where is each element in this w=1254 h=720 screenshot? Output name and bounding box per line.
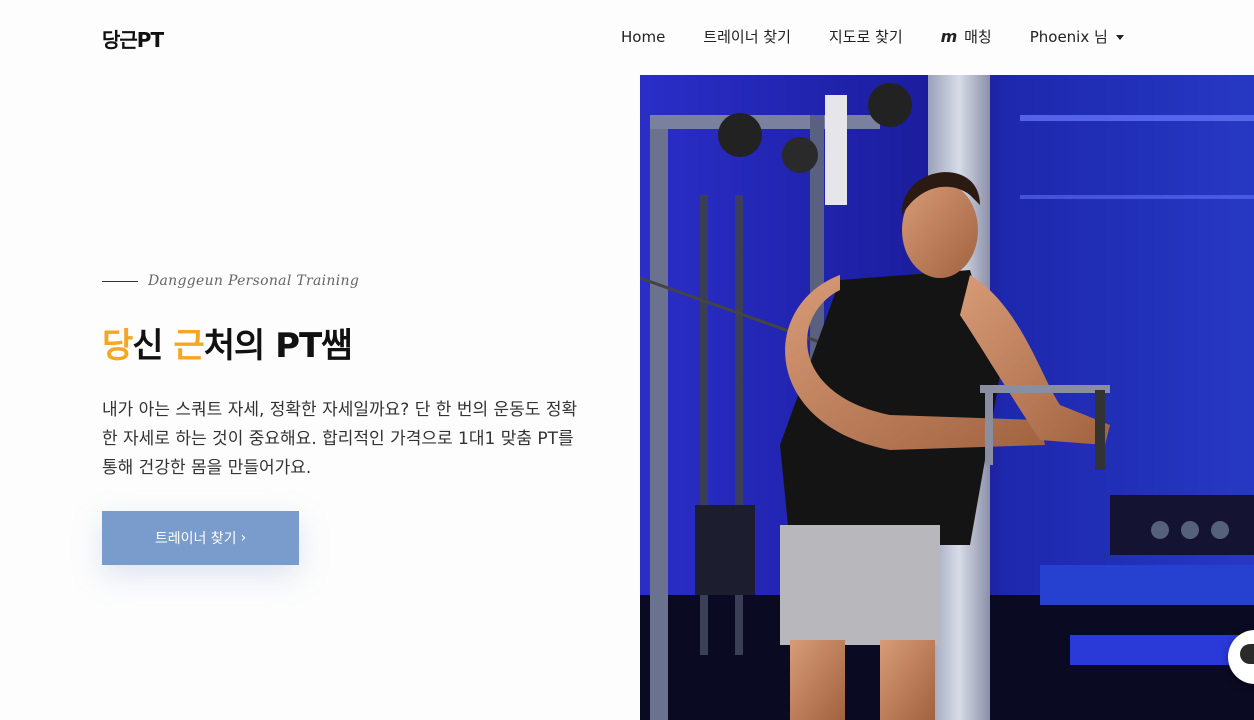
caret-down-icon [1115, 35, 1124, 40]
nav-matching-label: 매칭 [964, 28, 992, 46]
nav-find-trainer[interactable]: 트레이너 찾기 [703, 26, 791, 47]
hero-image [640, 75, 1254, 720]
headline-text-2: 처의 PT쌤 [203, 326, 353, 366]
nav-home[interactable]: Home [621, 28, 665, 46]
headline-text-1: 신 [132, 326, 174, 366]
headline-highlight-1: 당 [102, 326, 133, 366]
page-title: 당신 근처의 PT쌤 [102, 318, 353, 367]
hero-description: 내가 아는 스쿼트 자세, 정확한 자세일까요? 단 한 번의 운동도 정확한 … [102, 400, 578, 478]
gym-photo [640, 75, 1254, 720]
user-menu-label: Phoenix 님 [1029, 28, 1108, 46]
find-trainer-button-label: 트레이너 찾기 [154, 531, 237, 547]
eyebrow: Danggeun Personal Training [102, 273, 359, 289]
user-menu[interactable]: Phoenix 님 [1030, 26, 1124, 47]
headline-highlight-2: 근 [173, 326, 204, 366]
logo[interactable]: 당근PT [102, 24, 164, 53]
eyebrow-line [102, 280, 138, 282]
find-trainer-button[interactable]: 트레이너 찾기 › [102, 511, 299, 565]
chat-bubble-icon [1240, 644, 1254, 664]
chevron-right-icon: › [240, 530, 247, 546]
nav-matching[interactable]: m 매칭 [941, 26, 992, 47]
eyebrow-text: Danggeun Personal Training [148, 273, 360, 289]
main-nav: Home 트레이너 찾기 지도로 찾기 m 매칭 Phoenix 님 [621, 26, 1124, 47]
m-logo-icon: m [940, 27, 958, 46]
nav-map-find[interactable]: 지도로 찾기 [829, 26, 903, 47]
